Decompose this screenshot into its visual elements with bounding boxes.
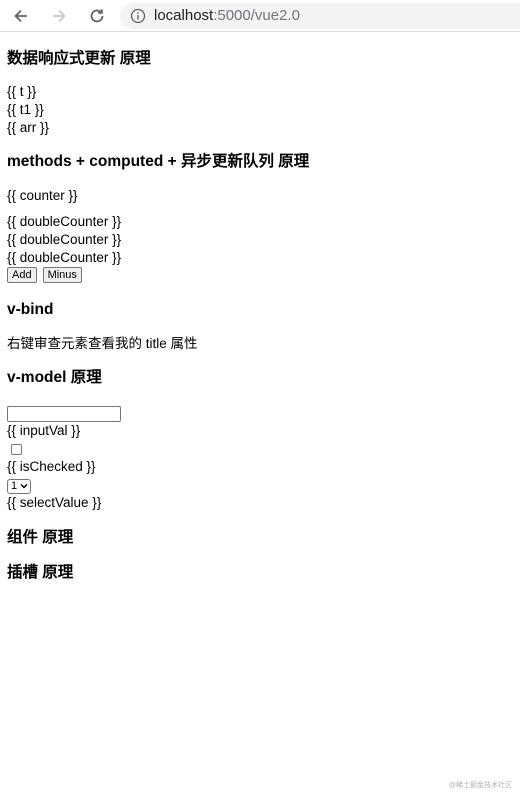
counter-buttons: Add Minus [7,267,512,285]
text-double-counter: {{ doubleCounter }} [7,250,122,265]
heading-vbind: v-bind [7,301,54,318]
text-t: {{ t }} [7,84,37,99]
reload-button[interactable] [85,4,109,28]
text-is-checked: {{ isChecked }} [7,459,96,474]
text-vbind-title: 右键审查元素查看我的 title 属性 [7,336,198,351]
url-host: localhost [154,7,214,24]
select-value-dropdown[interactable]: 1 [7,478,32,494]
arrow-left-icon [14,9,27,22]
reload-icon [90,8,104,22]
minus-button[interactable]: Minus [42,267,82,283]
page-content: 数据响应式更新 原理 {{ t }} {{ t1 }} {{ arr }} me… [0,49,520,583]
arrow-right-icon [53,9,66,22]
is-checked-checkbox[interactable] [11,444,22,455]
heading-component: 组件 原理 [7,529,74,546]
forward-button[interactable] [47,4,71,28]
info-icon[interactable] [130,8,146,24]
text-arr: {{ arr }} [7,120,50,135]
heading-methods: methods + computed + 异步更新队列 原理 [7,153,310,170]
url-path: :5000/vue2.0 [213,7,300,24]
heading-slot: 插槽 原理 [7,564,74,581]
back-button[interactable] [9,4,33,28]
select-current-value: 1 [11,480,18,492]
chevron-down-icon [20,483,28,489]
text-double-counter: {{ doubleCounter }} [7,232,122,247]
text-double-counter: {{ doubleCounter }} [7,214,122,229]
heading-reactive: 数据响应式更新 原理 [7,50,151,67]
watermark: @稀土掘金技术社区 [448,782,512,789]
add-button[interactable]: Add [7,267,37,283]
input-val-field[interactable] [7,406,121,422]
browser-toolbar: localhost:5000/vue2.0 [0,0,520,32]
text-counter: {{ counter }} [7,188,78,203]
text-input-val: {{ inputVal }} [7,423,81,438]
address-bar[interactable]: localhost:5000/vue2.0 [120,2,520,29]
text-t1: {{ t1 }} [7,102,44,117]
text-select-value: {{ selectValue }} [7,495,102,510]
heading-vmodel: v-model 原理 [7,369,102,386]
